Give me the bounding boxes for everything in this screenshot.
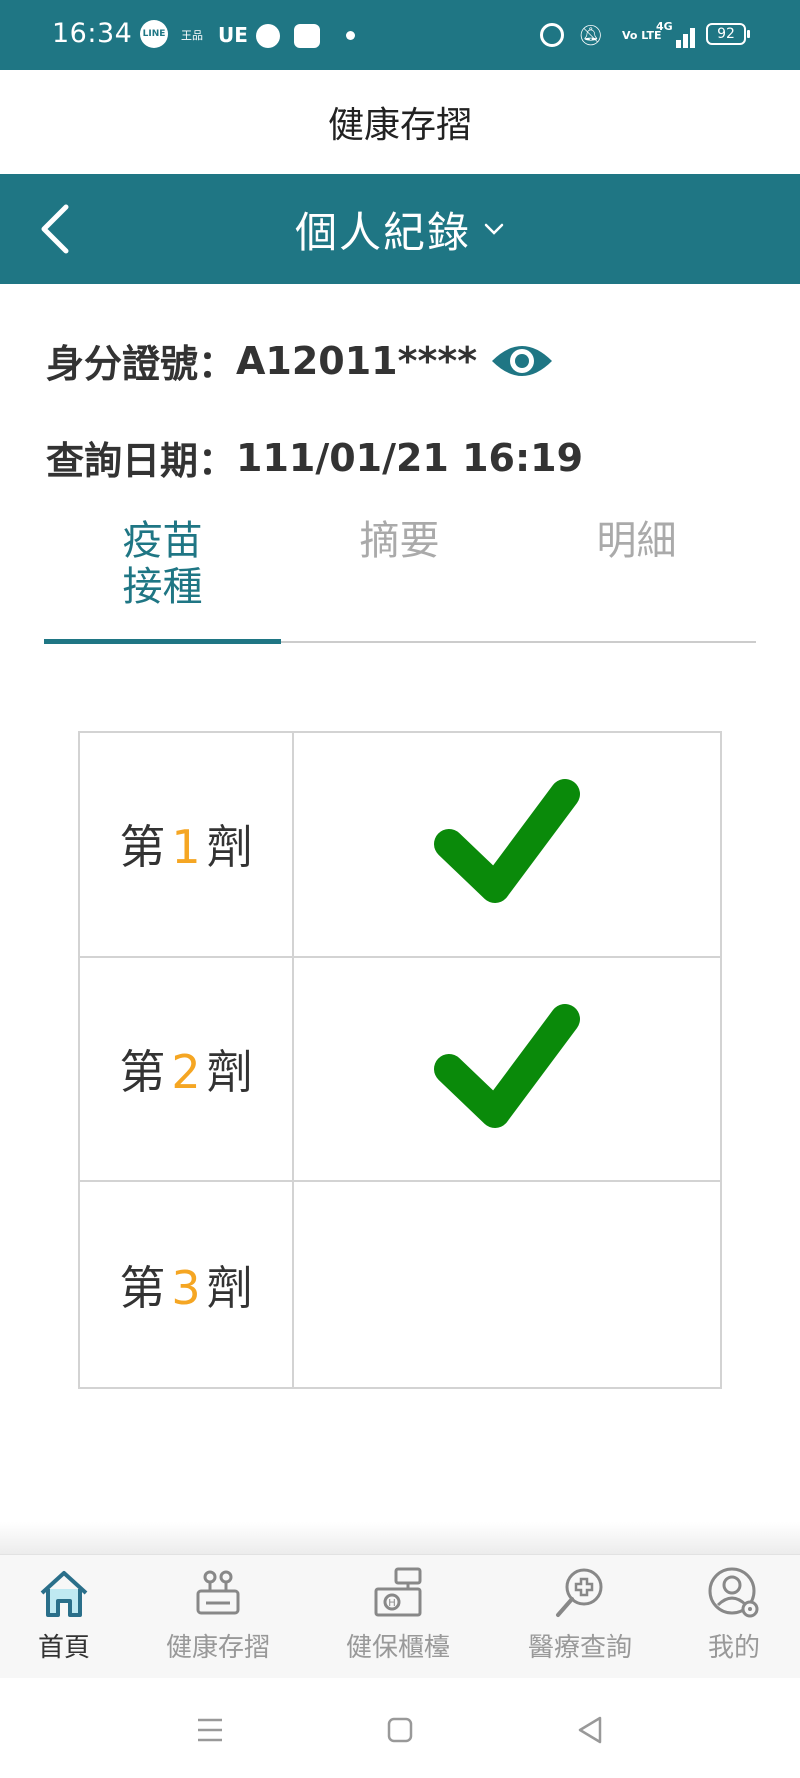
nav-label: 健康存摺 bbox=[165, 1633, 270, 1663]
dose-number: 1 bbox=[171, 820, 201, 875]
wangpin-icon: 王品 bbox=[181, 28, 203, 42]
svg-text:H: H bbox=[388, 1598, 396, 1609]
dose-prefix: 第 bbox=[119, 820, 166, 875]
nav-medical-search[interactable]: 醫療查詢 bbox=[520, 1555, 640, 1679]
vaccine-dose-table: 第1劑 第2劑 第3劑 bbox=[78, 731, 722, 1389]
tab-bar: 疫苗接種 摘要 明細 bbox=[44, 510, 756, 645]
dose-label: 第2劑 bbox=[78, 955, 294, 1183]
nav-profile[interactable]: 我的 bbox=[694, 1555, 774, 1679]
battery-icon: 92 bbox=[706, 23, 750, 45]
date-value: 111/01/21 16:19 bbox=[236, 435, 584, 480]
chevron-down-icon[interactable] bbox=[483, 218, 505, 240]
eye-icon[interactable] bbox=[489, 339, 555, 383]
dose-label: 第1劑 bbox=[78, 731, 294, 958]
line-icon: LINE bbox=[140, 20, 168, 48]
content-bottom-divider bbox=[0, 1522, 800, 1554]
status-bar: 16:34 LINE 王品 UE 🔕︎ Vo LTE 4G 92 bbox=[0, 0, 800, 70]
dose-suffix: 劑 bbox=[206, 1045, 253, 1099]
dose-suffix: 劑 bbox=[206, 1260, 253, 1315]
health-passbook-icon bbox=[196, 1570, 240, 1615]
active-tab-indicator bbox=[44, 639, 281, 644]
tab-label: 摘要 bbox=[359, 518, 440, 564]
record-type-selector[interactable]: 個人紀錄 bbox=[0, 174, 800, 284]
date-label: 查詢日期： bbox=[46, 439, 237, 483]
dose-number: 2 bbox=[171, 1045, 201, 1099]
nav-insurance-counter[interactable]: H 健保櫃檯 bbox=[338, 1555, 458, 1679]
tab-summary[interactable]: 摘要 bbox=[281, 510, 518, 645]
page-title: 個人紀錄 bbox=[294, 207, 471, 257]
system-home-icon[interactable] bbox=[380, 1710, 420, 1750]
tab-details[interactable]: 明細 bbox=[518, 510, 755, 645]
nav-health-passbook[interactable]: 健康存摺 bbox=[158, 1555, 278, 1679]
dose-label: 第3劑 bbox=[78, 1180, 294, 1389]
tab-vaccination[interactable]: 疫苗接種 bbox=[44, 510, 281, 645]
ue-icon: UE bbox=[218, 23, 248, 47]
bot-icon bbox=[294, 24, 320, 48]
system-navigation-bar bbox=[0, 1678, 800, 1778]
profile-settings-icon bbox=[708, 1567, 759, 1618]
tab-label: 疫苗接種 bbox=[122, 518, 203, 610]
home-icon bbox=[40, 1571, 88, 1617]
nav-label: 首頁 bbox=[37, 1633, 90, 1663]
checkmark-icon bbox=[434, 779, 580, 904]
nav-label: 醫療查詢 bbox=[527, 1633, 632, 1663]
dose-suffix: 劑 bbox=[206, 820, 253, 875]
dose-status bbox=[292, 731, 722, 958]
apple-icon bbox=[256, 24, 280, 48]
id-value: A12011**** bbox=[236, 338, 478, 383]
dose-number: 3 bbox=[171, 1260, 201, 1315]
notification-dot-icon bbox=[346, 31, 355, 40]
page-header: 個人紀錄 bbox=[0, 174, 800, 284]
back-button[interactable] bbox=[30, 199, 90, 259]
system-back-icon[interactable] bbox=[570, 1710, 610, 1750]
id-label: 身分證號： bbox=[46, 342, 237, 386]
nav-home[interactable]: 首頁 bbox=[24, 1555, 104, 1679]
dose-status bbox=[292, 1180, 722, 1389]
dose-row: 第1劑 bbox=[78, 731, 722, 958]
recent-apps-icon[interactable] bbox=[190, 1710, 230, 1750]
status-time: 16:34 bbox=[52, 18, 133, 49]
dose-row: 第2劑 bbox=[78, 955, 722, 1183]
nav-label: 健保櫃檯 bbox=[345, 1633, 450, 1663]
medical-search-icon bbox=[556, 1568, 603, 1617]
dose-prefix: 第 bbox=[119, 1045, 166, 1099]
signal-icon: 4G bbox=[656, 20, 696, 48]
tab-label: 明細 bbox=[596, 518, 677, 564]
insurance-counter-icon: H bbox=[374, 1567, 422, 1617]
mute-icon: 🔕︎ bbox=[578, 23, 604, 47]
app-title: 健康存摺 bbox=[0, 70, 800, 174]
dose-row: 第3劑 bbox=[78, 1180, 722, 1389]
query-date-row: 查詢日期： 111/01/21 16:19 bbox=[46, 430, 583, 485]
dose-status bbox=[292, 955, 722, 1183]
network-type: 4G bbox=[656, 20, 673, 33]
nav-label: 我的 bbox=[707, 1633, 760, 1663]
bottom-navigation: 首頁 健康存摺 H 健保櫃檯 醫療查詢 我的 bbox=[0, 1554, 800, 1679]
dose-prefix: 第 bbox=[119, 1260, 166, 1315]
id-number-row: 身分證號： A12011**** bbox=[46, 333, 555, 388]
checkmark-icon bbox=[434, 1004, 580, 1128]
alarm-icon bbox=[540, 23, 564, 47]
